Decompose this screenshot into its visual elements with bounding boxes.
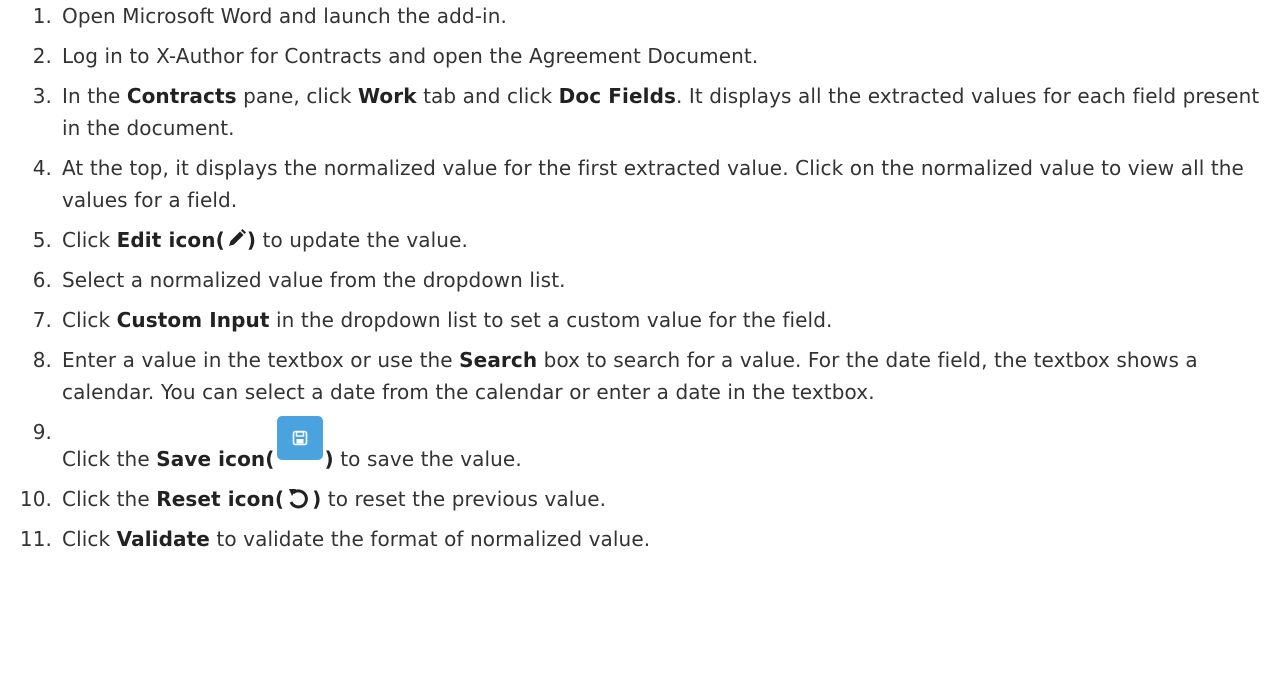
step-text: in the dropdown list to set a custom val…	[269, 308, 833, 332]
list-item: 7. Click Custom Input in the dropdown lis…	[0, 304, 1266, 336]
step-text: Click	[62, 228, 117, 252]
step-text: to update the value.	[256, 228, 468, 252]
reset-icon-term: Reset icon(	[156, 487, 285, 511]
save-icon-term: Save icon(	[156, 447, 275, 471]
list-item: 9. Click the Save icon() to save the valu…	[0, 416, 1266, 475]
step-text: Enter a value in the textbox or use the	[62, 348, 460, 372]
step-text: At the top, it displays the normalized v…	[62, 156, 1251, 212]
step-text: to save the value.	[333, 447, 522, 471]
list-item: 5. Click Edit icon() to update the value.	[0, 224, 1266, 256]
reset-icon-term-close: )	[312, 487, 322, 511]
list-item: 11. Click Validate to validate the format…	[0, 523, 1266, 555]
list-item: 1. Open Microsoft Word and launch the add…	[0, 0, 1266, 32]
step-text: pane, click	[236, 84, 358, 108]
step-text: Click	[62, 308, 117, 332]
step-text: tab and click	[416, 84, 559, 108]
step-text: In the	[62, 84, 127, 108]
step-text: Click the	[62, 447, 157, 471]
step-number: 5.	[32, 228, 52, 252]
pencil-icon	[225, 226, 247, 252]
list-item: 6. Select a normalized value from the dro…	[0, 264, 1266, 296]
step-text: Log in to X-Author for Contracts and ope…	[62, 44, 759, 68]
step-number: 10.	[19, 487, 52, 511]
edit-icon-term-close: )	[246, 228, 257, 252]
save-icon-term-close: )	[324, 447, 334, 471]
custom-input-term: Custom Input	[116, 308, 270, 332]
contracts-pane-term: Contracts	[126, 84, 237, 108]
step-text: to validate the format of normalized val…	[209, 527, 651, 551]
save-icon	[276, 416, 323, 460]
steps-list: 1. Open Microsoft Word and launch the add…	[0, 0, 1266, 555]
work-tab-term: Work	[357, 84, 417, 108]
doc-fields-term: Doc Fields	[558, 84, 676, 108]
list-item: 10. Click the Reset icon() to reset the p…	[0, 483, 1266, 515]
validate-term: Validate	[116, 527, 210, 551]
step-number: 4.	[32, 156, 52, 180]
step-number: 3.	[32, 84, 52, 108]
step-number: 2.	[32, 44, 52, 68]
step-text: Click the	[62, 487, 157, 511]
step-number: 6.	[32, 268, 52, 292]
step-text: Click	[62, 527, 117, 551]
step-number: 8.	[32, 348, 52, 372]
list-item: 8. Enter a value in the textbox or use th…	[0, 344, 1266, 408]
edit-icon-term: Edit icon(	[116, 228, 225, 252]
step-number: 7.	[32, 308, 52, 332]
step-text: to reset the previous value.	[321, 487, 607, 511]
document-page: 1. Open Microsoft Word and launch the add…	[0, 0, 1266, 674]
list-item: 2. Log in to X-Author for Contracts and o…	[0, 40, 1266, 72]
step-number: 9.	[32, 420, 52, 444]
reset-icon	[286, 485, 310, 511]
step-number: 11.	[19, 527, 52, 551]
list-item: 4. At the top, it displays the normalized…	[0, 152, 1266, 216]
search-term: Search	[459, 348, 538, 372]
step-number: 1.	[32, 4, 52, 28]
list-item: 3. In the Contracts pane, click Work tab …	[0, 80, 1266, 144]
step-text: Open Microsoft Word and launch the add-i…	[62, 4, 507, 28]
step-text: Select a normalized value from the dropd…	[62, 268, 566, 292]
